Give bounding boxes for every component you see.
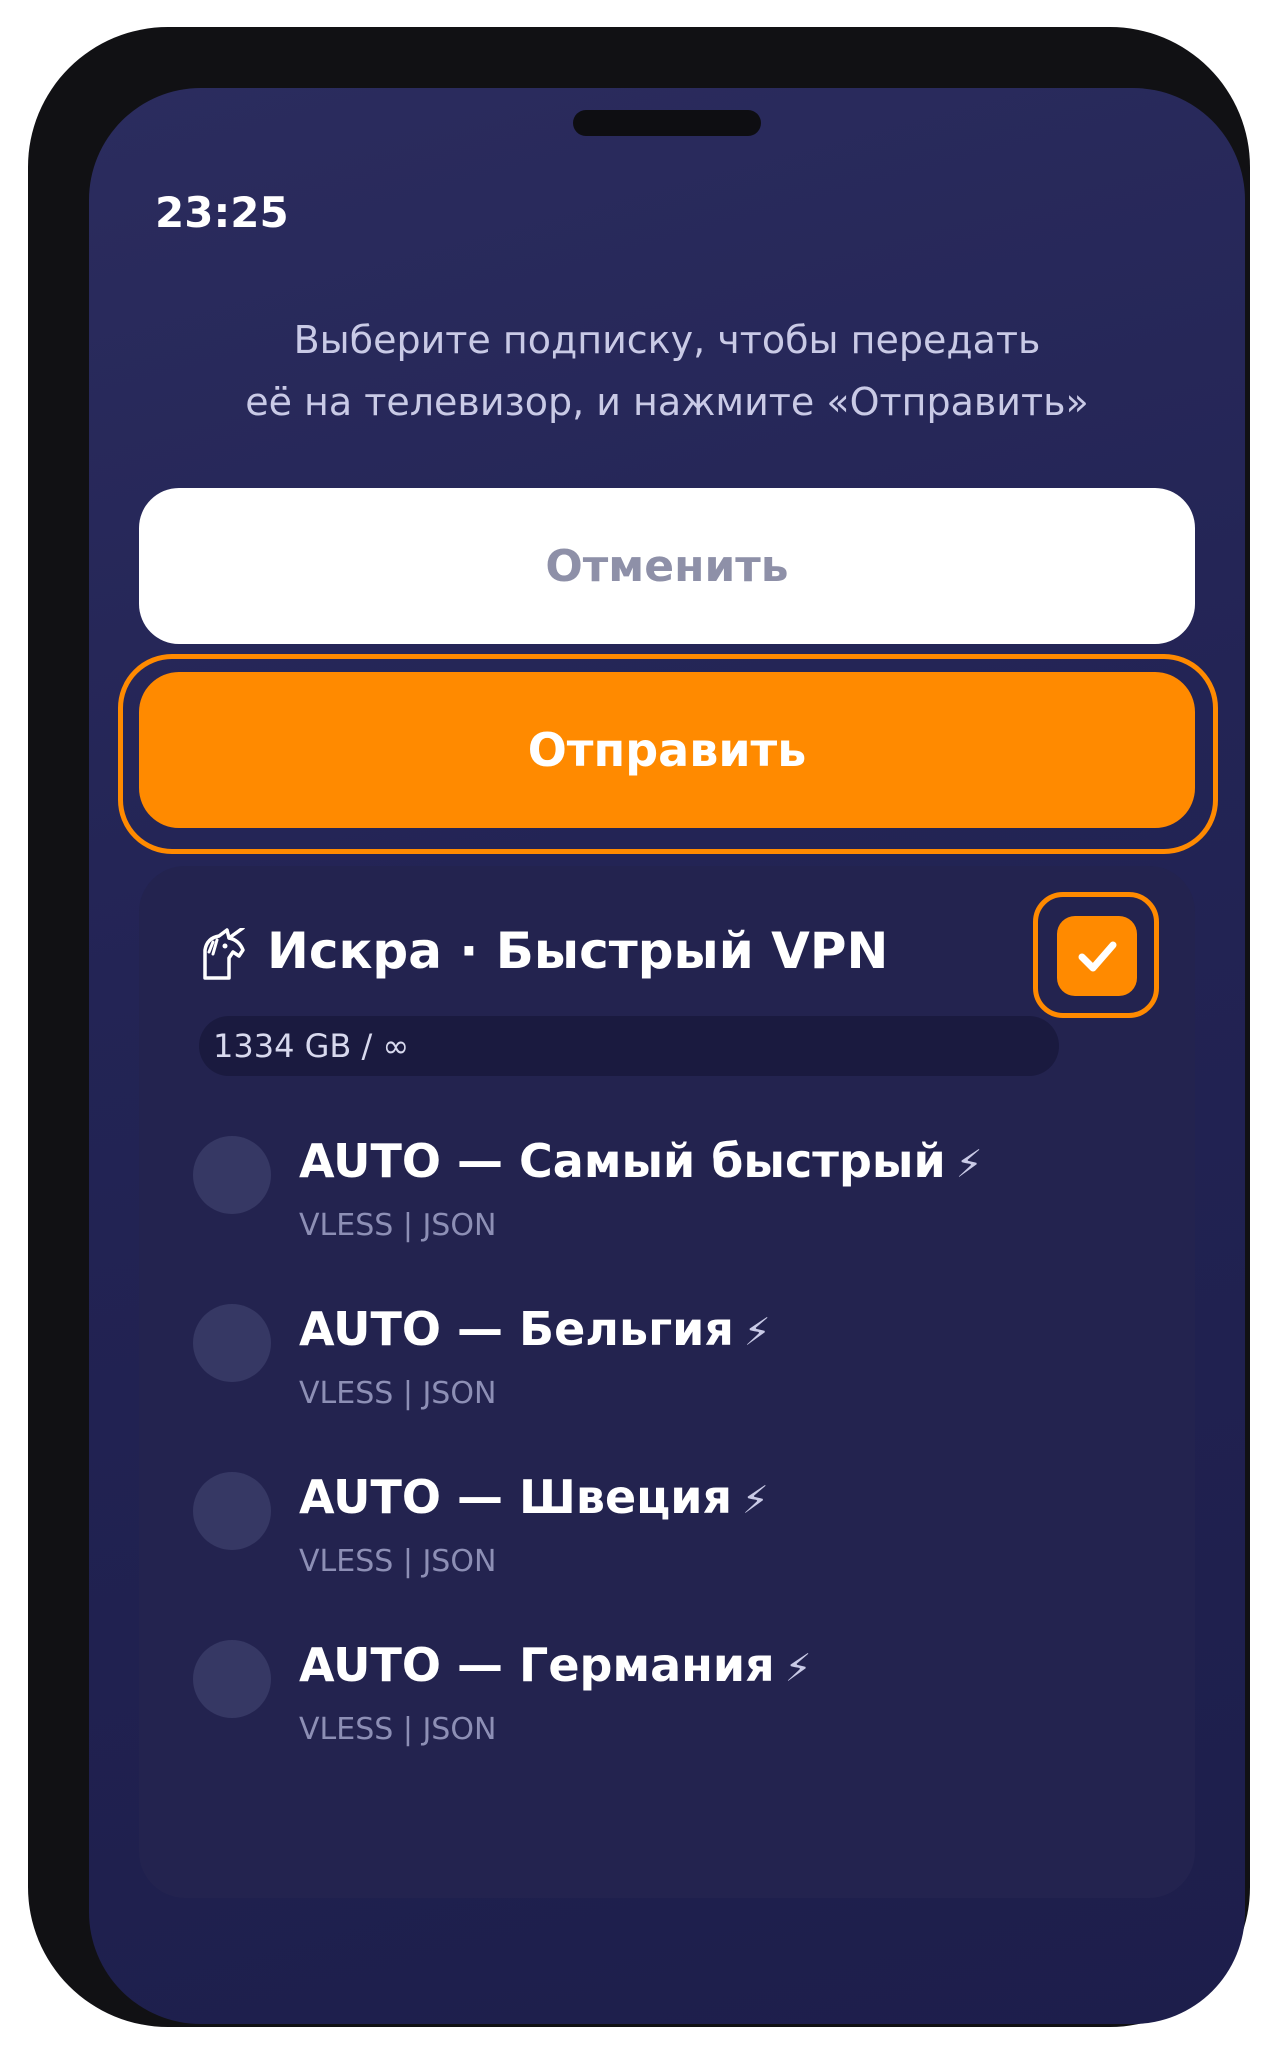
instruction-line-1: Выберите подписку, чтобы передать — [293, 318, 1041, 362]
send-button[interactable]: Отправить — [139, 672, 1195, 828]
subscription-card: Искра · Быстрый VPN 1334 GB / ∞ AUTO — С… — [139, 866, 1195, 1898]
server-name: AUTO — Германия ⚡ — [299, 1638, 812, 1692]
server-protocol: VLESS | JSON — [299, 1208, 497, 1243]
screen: 23:25 Выберите подписку, чтобы передать … — [89, 88, 1245, 2024]
server-name: AUTO — Бельгия ⚡ — [299, 1302, 771, 1356]
server-protocol: VLESS | JSON — [299, 1376, 497, 1411]
server-item-sweden[interactable]: AUTO — Швеция ⚡ VLESS | JSON — [193, 1470, 1173, 1582]
subscription-title: Искра · Быстрый VPN — [267, 922, 889, 980]
lightning-icon: ⚡ — [784, 1646, 812, 1690]
camera-notch — [573, 110, 761, 136]
lightning-icon: ⚡ — [742, 1478, 769, 1522]
instruction-line-2: её на телевизор, и нажмите «Отправить» — [245, 380, 1089, 424]
radio-button[interactable] — [193, 1640, 271, 1718]
server-protocol: VLESS | JSON — [299, 1544, 497, 1579]
cancel-button[interactable]: Отменить — [139, 488, 1195, 644]
server-name: AUTO — Швеция ⚡ — [299, 1470, 769, 1524]
radio-button[interactable] — [193, 1304, 271, 1382]
server-item-germany[interactable]: AUTO — Германия ⚡ VLESS | JSON — [193, 1638, 1173, 1750]
checkmark-icon — [1078, 941, 1117, 972]
traffic-usage: 1334 GB / ∞ — [199, 1016, 1059, 1076]
server-item-fastest[interactable]: AUTO — Самый быстрый ⚡ VLESS | JSON — [193, 1134, 1173, 1246]
server-name: AUTO — Самый быстрый ⚡ — [299, 1134, 983, 1188]
radio-button[interactable] — [193, 1136, 271, 1214]
subscription-checkbox[interactable] — [1057, 916, 1137, 996]
lightning-icon: ⚡ — [955, 1142, 983, 1186]
phone-frame: 23:25 Выберите подписку, чтобы передать … — [28, 27, 1250, 2027]
unicorn-icon — [203, 928, 245, 980]
radio-button[interactable] — [193, 1472, 271, 1550]
server-item-belgium[interactable]: AUTO — Бельгия ⚡ VLESS | JSON — [193, 1302, 1173, 1414]
server-protocol: VLESS | JSON — [299, 1712, 497, 1747]
status-time: 23:25 — [155, 188, 289, 237]
lightning-icon: ⚡ — [743, 1310, 771, 1354]
